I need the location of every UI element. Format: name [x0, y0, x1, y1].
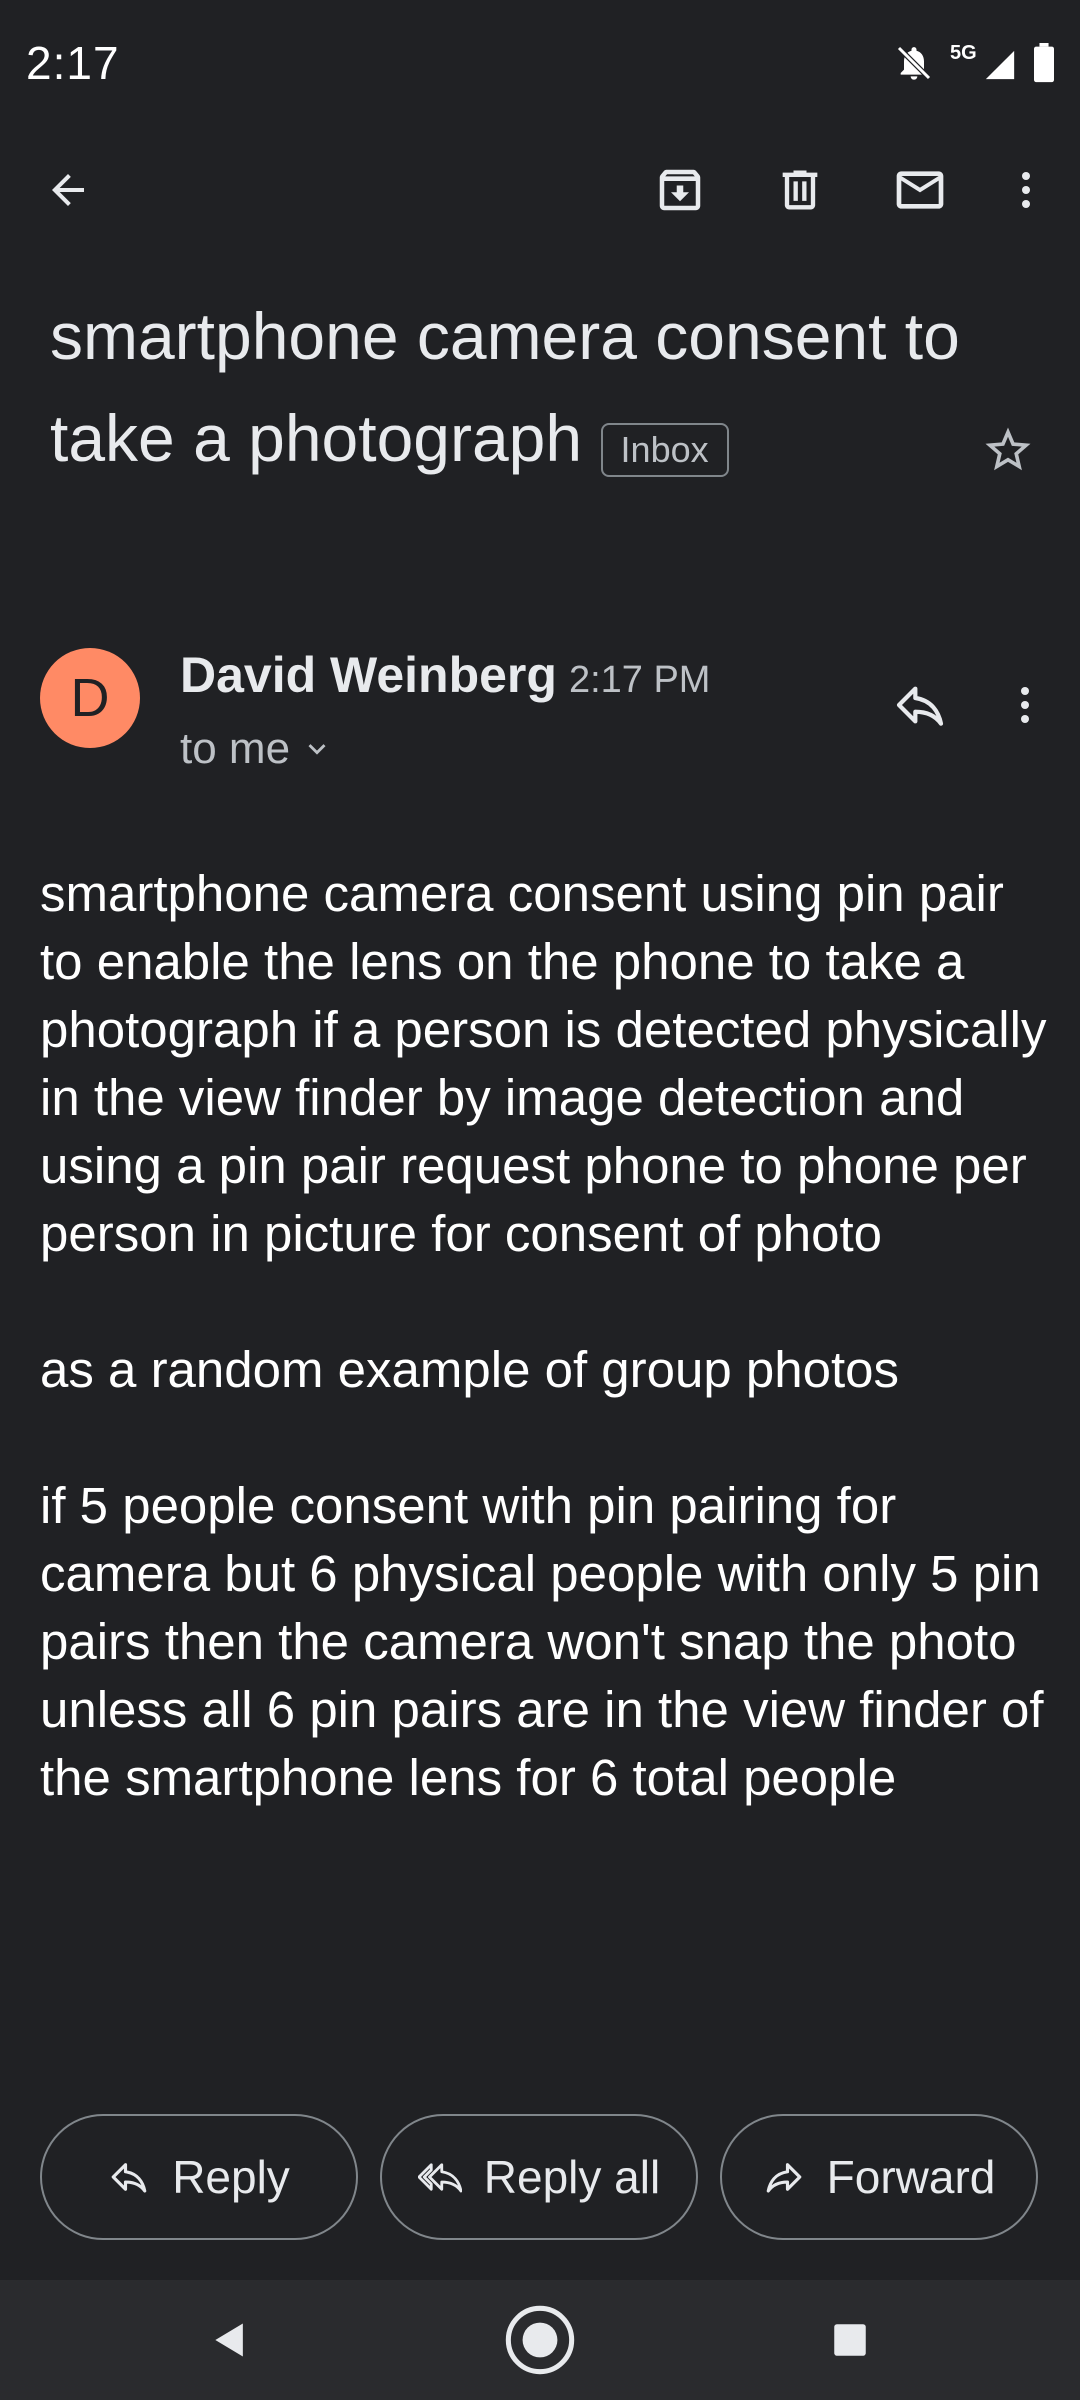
network-type-label: 5G [950, 42, 977, 64]
sender-row: D David Weinberg 2:17 PM to me [0, 640, 1080, 790]
archive-icon [659, 169, 701, 211]
reply-all-label: Reply all [483, 2151, 661, 2203]
email-subject: smartphone camera consent to take a phot… [50, 299, 960, 475]
email-toolbar [0, 140, 1080, 240]
nav-back-button[interactable] [170, 2290, 290, 2390]
sent-time: 2:17 PM [568, 659, 711, 701]
forward-icon [766, 2163, 801, 2193]
sender-name[interactable]: David Weinberg [180, 647, 557, 703]
recipient-label: to me [180, 724, 291, 773]
system-navigation-bar [0, 2280, 1080, 2400]
more-options-button[interactable] [978, 140, 1074, 240]
signal-icon [985, 50, 1015, 80]
more-vert-icon [1021, 687, 1029, 723]
avatar[interactable]: D [40, 648, 140, 748]
reply-button[interactable]: Reply [40, 2114, 358, 2240]
body-paragraph: as a random example of group photos [40, 1341, 900, 1398]
nav-home-button[interactable] [480, 2290, 600, 2390]
nav-recents-icon [834, 2324, 866, 2356]
star-outline-icon [985, 427, 1031, 471]
quick-reply-button[interactable] [870, 655, 970, 755]
forward-label: Forward [826, 2151, 996, 2203]
battery-icon [1034, 43, 1054, 83]
star-button[interactable] [958, 400, 1058, 500]
body-paragraph: smartphone camera consent using pin pair… [40, 865, 1047, 1262]
mark-unread-button[interactable] [872, 140, 968, 240]
notifications-off-icon [897, 46, 931, 80]
back-arrow-icon [52, 174, 84, 206]
reply-label: Reply [172, 2151, 290, 2203]
status-icons: 5G [894, 40, 1056, 86]
signal-indicator: 5G [948, 40, 1018, 86]
nav-back-icon [215, 2323, 243, 2357]
mark-unread-icon [896, 171, 944, 209]
recipient-details-toggle[interactable]: to me [180, 724, 334, 774]
reply-all-icon [417, 2163, 462, 2193]
nav-recents-button[interactable] [790, 2290, 910, 2390]
subject-row: smartphone camera consent to take a phot… [50, 285, 980, 489]
email-body: smartphone camera consent using pin pair… [40, 860, 1050, 1812]
message-more-button[interactable] [985, 655, 1065, 755]
delete-button[interactable] [752, 140, 848, 240]
chevron-down-icon [308, 744, 326, 755]
status-bar: 2:17 5G [0, 0, 1080, 130]
reply-actions: Reply Reply all Forward [40, 2114, 1040, 2240]
reply-icon [896, 686, 944, 726]
more-vert-icon [1022, 172, 1030, 208]
status-time: 2:17 [26, 37, 120, 89]
reply-icon [111, 2163, 147, 2193]
body-paragraph: if 5 people consent with pin pairing for… [40, 1477, 1044, 1806]
sender-name-line: David Weinberg 2:17 PM [180, 646, 710, 704]
archive-button[interactable] [632, 140, 728, 240]
inbox-label-chip[interactable]: Inbox [600, 422, 729, 477]
reply-all-button[interactable]: Reply all [380, 2114, 698, 2240]
nav-home-icon [505, 2305, 575, 2375]
back-button[interactable] [20, 140, 116, 240]
forward-button[interactable]: Forward [720, 2114, 1038, 2240]
delete-icon [782, 170, 818, 210]
